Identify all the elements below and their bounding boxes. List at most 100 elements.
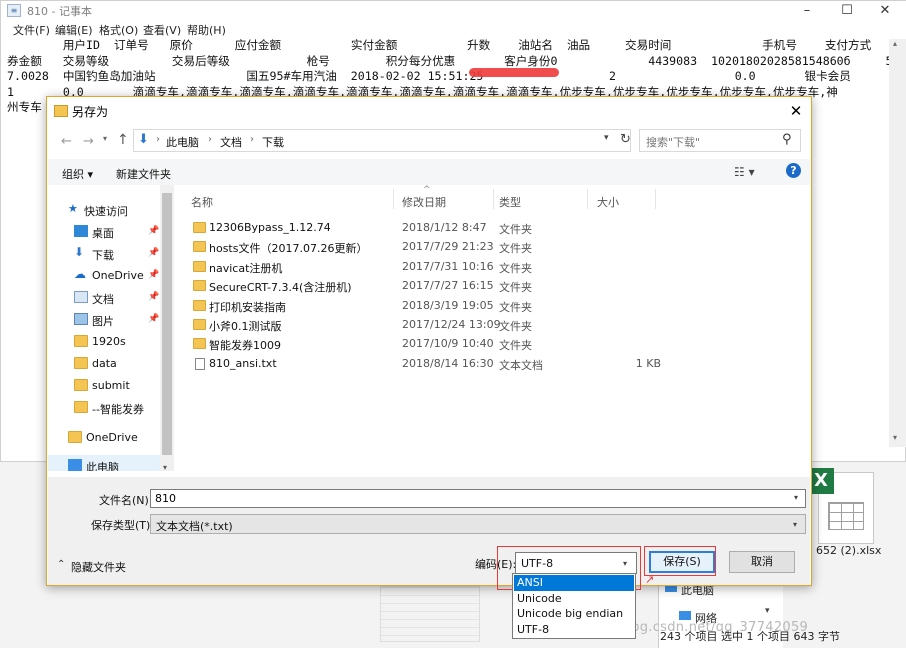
file-row[interactable]: 打印机安装指南 2018/3/19 19:05 文件夹 [183, 296, 663, 315]
nav-item-documents[interactable]: 文档 📌 [48, 287, 170, 309]
filetype-value: 文本文档(*.txt) [156, 520, 233, 533]
cancel-button[interactable]: 取消 [729, 551, 795, 573]
cloud-icon: ☁ [74, 267, 86, 281]
pin-icon[interactable]: 📌 [148, 292, 159, 302]
hide-folders-toggle[interactable]: 隐藏文件夹 [71, 559, 126, 575]
chevron-down-icon[interactable]: ▾ [794, 493, 798, 502]
breadcrumb-separator-icon: › [250, 134, 254, 145]
menu-format[interactable]: 格式(O) [99, 22, 138, 38]
close-icon[interactable]: ✕ [785, 101, 807, 121]
back-arrow-icon[interactable]: ← [61, 134, 72, 149]
close-icon[interactable]: ✕ [865, 1, 905, 21]
menu-help[interactable]: 帮助(H) [187, 22, 226, 38]
file-row[interactable]: SecureCRT-7.3.4(含注册机) 2017/7/27 16:15 文件… [183, 276, 663, 295]
chevron-up-icon[interactable]: ⌃ [57, 559, 65, 570]
annotation-arrow-icon: ↗ [645, 573, 655, 586]
nav-item-label: submit [92, 379, 130, 392]
column-name[interactable]: 名称 [191, 194, 213, 210]
background-file-name[interactable]: 652 (2).xlsx [816, 544, 881, 557]
column-divider[interactable] [655, 189, 656, 209]
filetype-select[interactable]: 文本文档(*.txt) ▾ [150, 514, 806, 534]
file-name: 小斧0.1测试版 [209, 320, 282, 333]
column-divider[interactable] [587, 189, 588, 209]
nav-item-this-pc[interactable]: 此电脑 [48, 455, 170, 471]
chevron-down-icon[interactable]: ▾ [103, 134, 107, 143]
spreadsheet-grid-icon [828, 502, 864, 530]
scroll-down-icon[interactable]: ▾ [163, 463, 167, 472]
star-icon: ★ [68, 202, 78, 215]
scroll-up-icon[interactable]: ▴ [893, 39, 897, 48]
nav-item-label: OneDrive [86, 431, 138, 444]
new-folder-button[interactable]: 新建文件夹 [116, 166, 171, 182]
column-divider[interactable] [393, 189, 394, 209]
nav-item-1920s[interactable]: 1920s [48, 331, 170, 353]
up-arrow-icon[interactable]: ↑ [117, 132, 129, 148]
notepad-titlebar: ≡ 810 - 记事本 – ☐ ✕ [1, 1, 906, 21]
view-options-icon[interactable]: ☷ ▾ [734, 165, 755, 179]
notepad-scrollbar[interactable]: ▴ ▾ [889, 39, 906, 447]
refresh-icon[interactable]: ↻ [620, 132, 631, 147]
nav-item-label: 文档 [92, 293, 114, 306]
file-row[interactable]: hosts文件（2017.07.26更新） 2017/7/29 21:23 文件… [183, 237, 663, 256]
file-row[interactable]: 智能发券1009 2017/10/9 10:40 文件夹 [183, 334, 663, 353]
encoding-option-unicode[interactable]: Unicode [514, 591, 634, 607]
file-row[interactable]: 12306Bypass_1.12.74 2018/1/12 8:47 文件夹 [183, 218, 663, 237]
file-type: 文件夹 [499, 261, 532, 275]
column-type[interactable]: 类型 [499, 194, 521, 210]
column-divider[interactable] [493, 189, 494, 209]
nav-item-desktop[interactable]: 桌面 📌 [48, 221, 170, 243]
column-date[interactable]: 修改日期 [402, 194, 446, 210]
pin-icon[interactable]: 📌 [148, 248, 159, 258]
nav-item-data[interactable]: data [48, 353, 170, 375]
nav-item-pictures[interactable]: 图片 📌 [48, 309, 170, 331]
file-date: 2017/10/9 10:40 [402, 337, 494, 351]
file-name: 智能发券1009 [209, 339, 281, 353]
file-row[interactable]: navicat注册机 2017/7/31 10:16 文件夹 [183, 257, 663, 276]
menu-file[interactable]: 文件(F) [13, 22, 50, 38]
folder-icon [54, 105, 68, 117]
nav-item-onedrive-folder[interactable]: OneDrive [48, 427, 170, 449]
nav-item-submit[interactable]: submit [48, 375, 170, 397]
forward-arrow-icon[interactable]: → [83, 134, 94, 149]
file-date: 2017/7/27 16:15 [402, 279, 494, 293]
maximize-icon[interactable]: ☐ [827, 1, 867, 21]
file-date: 2017/12/24 13:09 [402, 318, 501, 331]
file-row[interactable]: 810_ansi.txt 2018/8/14 16:30 文本文档 1 KB [183, 354, 663, 373]
nav-item-onedrive[interactable]: ☁ OneDrive 📌 [48, 265, 170, 287]
file-name: SecureCRT-7.3.4(含注册机) [209, 281, 352, 295]
file-list-header: ^ 名称 修改日期 类型 大小 [183, 185, 656, 213]
address-bar[interactable]: ⬇ › 此电脑 › 文档 › 下载 ▾ ↻ [133, 129, 631, 152]
pin-icon[interactable]: 📌 [148, 314, 159, 324]
nav-item-downloads[interactable]: ⬇ 下载 📌 [48, 243, 170, 265]
file-type: 文件夹 [499, 281, 532, 295]
minimize-icon[interactable]: – [787, 1, 827, 21]
folder-icon [193, 299, 206, 311]
column-size[interactable]: 大小 [597, 194, 619, 210]
folder-icon [68, 431, 82, 443]
encoding-option-ansi[interactable]: ANSI [514, 575, 634, 591]
breadcrumb-downloads[interactable]: 下载 [262, 134, 284, 150]
encoding-option-utf8[interactable]: UTF-8 [514, 622, 634, 638]
encoding-option-unicode-be[interactable]: Unicode big endian [514, 606, 634, 622]
chevron-down-icon[interactable]: ▾ [604, 133, 609, 143]
search-icon[interactable]: ⚲ [782, 132, 792, 147]
breadcrumb-documents[interactable]: 文档 [220, 134, 242, 150]
nav-item-label: 下载 [92, 249, 114, 262]
nav-item-smart-coupon[interactable]: --智能发券 [48, 397, 170, 419]
desktop-icon [74, 225, 88, 237]
pin-icon[interactable]: 📌 [148, 270, 159, 280]
pin-icon[interactable]: 📌 [148, 226, 159, 236]
help-icon[interactable]: ? [786, 163, 801, 178]
scrollbar-thumb[interactable] [162, 193, 172, 455]
scroll-down-icon[interactable]: ▾ [765, 606, 770, 616]
scroll-down-icon[interactable]: ▾ [893, 433, 897, 442]
filename-input[interactable] [150, 489, 806, 508]
menu-view[interactable]: 查看(V) [143, 22, 181, 38]
breadcrumb-pc[interactable]: 此电脑 [166, 134, 199, 150]
organize-button[interactable]: 组织 ▾ [62, 166, 93, 182]
menu-edit[interactable]: 编辑(E) [55, 22, 93, 38]
file-size: 1 KB [635, 356, 661, 370]
nav-item-quick-access[interactable]: ★ 快速访问 [48, 199, 170, 221]
file-row[interactable]: 小斧0.1测试版 2017/12/24 13:09 文件夹 [183, 315, 663, 334]
search-input[interactable]: 搜索"下载" ⚲ [639, 129, 801, 152]
